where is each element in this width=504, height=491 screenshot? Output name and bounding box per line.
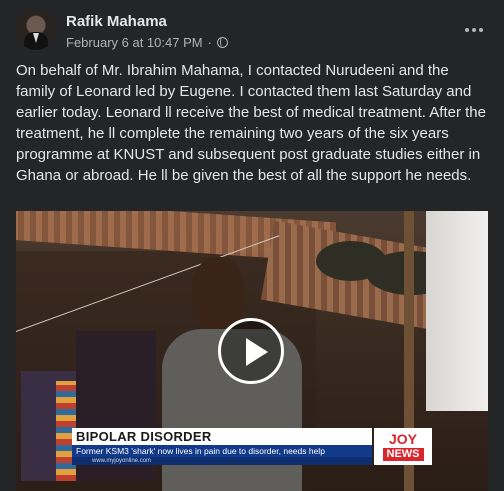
post-header: Rafik Mahama February 6 at 10:47 PM ·: [0, 0, 504, 60]
post-text: On behalf of Mr. Ibrahim Mahama, I conta…: [16, 62, 486, 184]
meta-separator: ·: [207, 35, 212, 50]
news-headline: BIPOLAR DISORDER: [72, 428, 372, 445]
more-options-icon: [479, 28, 483, 32]
news-subline: Former KSM3 'shark' now lives in pain du…: [72, 445, 372, 457]
news-url: www.myjoyonline.com: [72, 457, 372, 465]
play-icon: [246, 338, 268, 366]
video-player[interactable]: BIPOLAR DISORDER Former KSM3 'shark' now…: [16, 211, 488, 491]
logo-joy-text: JOY: [388, 431, 417, 447]
more-options-icon: [472, 28, 476, 32]
joy-news-logo: JOY NEWS: [374, 428, 432, 465]
video-frame-person-head: [192, 257, 244, 329]
avatar[interactable]: [16, 10, 56, 50]
more-options-button[interactable]: [460, 16, 488, 44]
more-options-icon: [465, 28, 469, 32]
video-frame-cloth: [426, 211, 488, 411]
play-button[interactable]: [218, 318, 284, 384]
post-timestamp[interactable]: February 6 at 10:47 PM: [66, 35, 203, 50]
news-lower-third: BIPOLAR DISORDER Former KSM3 'shark' now…: [72, 428, 432, 470]
logo-news-text: NEWS: [382, 448, 424, 461]
author-name[interactable]: Rafik Mahama: [66, 13, 167, 30]
globe-icon[interactable]: [216, 37, 228, 48]
post-meta: February 6 at 10:47 PM ·: [66, 35, 228, 50]
